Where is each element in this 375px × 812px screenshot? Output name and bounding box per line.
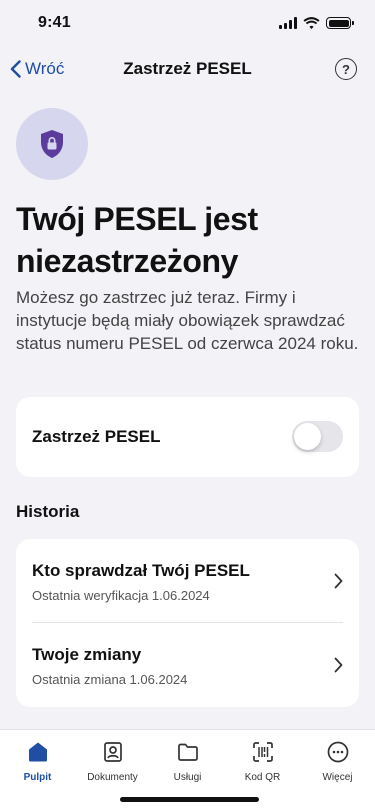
help-icon[interactable]: ?	[335, 58, 357, 80]
history-item-your-changes[interactable]: Twoje zmiany Ostatnia zmiana 1.06.2024	[32, 623, 343, 707]
tab-label: Kod QR	[244, 772, 281, 783]
folder-icon	[177, 743, 198, 761]
history-section-title: Historia	[16, 502, 80, 521]
chevron-right-icon	[334, 657, 343, 673]
restrict-pesel-card: Zastrzeż PESEL	[16, 397, 359, 477]
history-item-who-checked[interactable]: Kto sprawdzał Twój PESEL Ostatnia weryfi…	[32, 539, 343, 623]
tab-label: Dokumenty	[87, 772, 138, 783]
tab-label: Pulpit	[23, 772, 52, 783]
toggle-knob	[294, 423, 321, 450]
status-headline: Twój PESEL jest niezastrzeżony	[16, 201, 258, 279]
cellular-signal-icon	[279, 17, 297, 29]
page-title: Zastrzeż PESEL	[123, 59, 252, 78]
status-description: Możesz go zastrzec już teraz. Firmy i in…	[16, 288, 359, 353]
nav-bar: Wróć Zastrzeż PESEL ?	[0, 50, 375, 90]
shield-lock-icon	[41, 130, 63, 158]
tab-wiecej[interactable]: Więcej	[300, 730, 375, 812]
home-icon	[28, 742, 47, 762]
tab-label: Usługi	[173, 772, 202, 783]
battery-icon	[326, 17, 354, 29]
tab-label: Więcej	[322, 772, 353, 783]
status-time: 9:41	[38, 14, 71, 31]
qr-scan-icon	[252, 742, 273, 762]
id-card-icon	[103, 742, 122, 762]
status-bar: 9:41	[0, 0, 375, 50]
history-item-title: Kto sprawdzał Twój PESEL	[32, 561, 250, 580]
status-icons	[279, 17, 354, 29]
tab-pulpit[interactable]: Pulpit	[0, 730, 75, 812]
restrict-pesel-toggle[interactable]	[292, 421, 343, 452]
history-item-subtitle: Ostatnia weryfikacja 1.06.2024	[32, 588, 210, 603]
history-item-title: Twoje zmiany	[32, 645, 142, 664]
home-indicator	[120, 797, 259, 802]
shield-badge	[16, 108, 88, 180]
restrict-pesel-label: Zastrzeż PESEL	[32, 427, 161, 446]
wifi-icon	[303, 17, 320, 29]
chevron-right-icon	[334, 573, 343, 589]
more-icon	[327, 741, 348, 763]
history-item-subtitle: Ostatnia zmiana 1.06.2024	[32, 672, 188, 687]
history-card: Kto sprawdzał Twój PESEL Ostatnia weryfi…	[16, 539, 359, 707]
